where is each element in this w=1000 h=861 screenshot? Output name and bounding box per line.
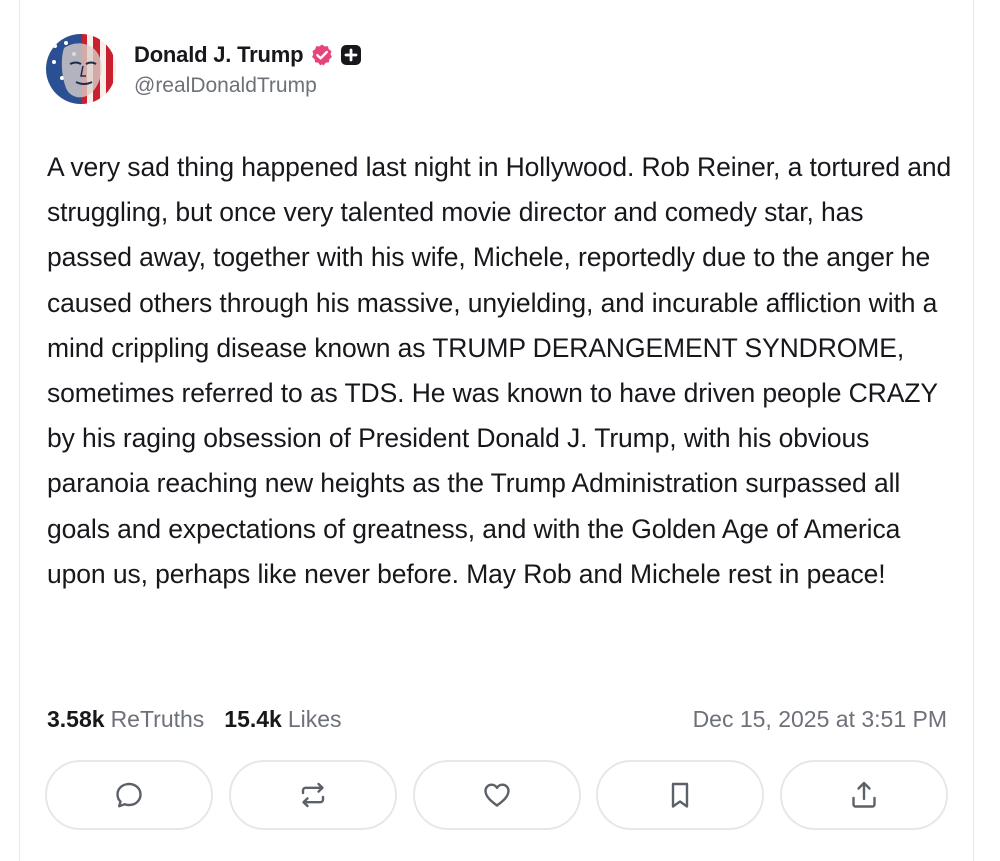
retruths-stat[interactable]: 3.58k ReTruths xyxy=(47,706,204,733)
post-text: A very sad thing happened last night in … xyxy=(47,152,952,589)
likes-stat[interactable]: 15.4k Likes xyxy=(224,706,341,733)
plus-badge-icon xyxy=(340,44,362,66)
heart-icon xyxy=(483,783,510,807)
bookmark-icon xyxy=(672,782,689,808)
likes-label: Likes xyxy=(287,705,342,732)
share-button[interactable] xyxy=(780,760,948,830)
display-name[interactable]: Donald J. Trump xyxy=(134,42,304,68)
stats-row: 3.58k ReTruths 15.4k Likes Dec 15, 2025 … xyxy=(47,703,947,735)
user-handle[interactable]: @realDonaldTrump xyxy=(134,74,362,98)
bookmark-button[interactable] xyxy=(596,760,765,830)
share-icon xyxy=(852,781,876,808)
action-bar xyxy=(45,760,948,830)
like-button[interactable] xyxy=(412,760,581,830)
post-header: Donald J. Trump @realDonaldTrump xyxy=(46,33,362,105)
post-timestamp[interactable]: Dec 15, 2025 at 3:51 PM xyxy=(693,706,947,733)
retruths-label: ReTruths xyxy=(110,705,205,732)
repost-icon xyxy=(301,782,324,808)
name-row: Donald J. Trump xyxy=(134,40,362,70)
avatar-image xyxy=(46,34,116,104)
retruth-button[interactable] xyxy=(228,760,397,830)
comment-icon xyxy=(116,782,142,808)
likes-count: 15.4k xyxy=(224,705,282,732)
reply-button[interactable] xyxy=(45,760,213,830)
card-border-left xyxy=(19,0,20,861)
card-border-right xyxy=(973,0,974,861)
retruths-count: 3.58k xyxy=(47,705,105,732)
verified-badge-icon xyxy=(310,43,334,67)
avatar[interactable] xyxy=(46,34,116,104)
user-meta: Donald J. Trump @realDonaldTrump xyxy=(134,40,362,98)
